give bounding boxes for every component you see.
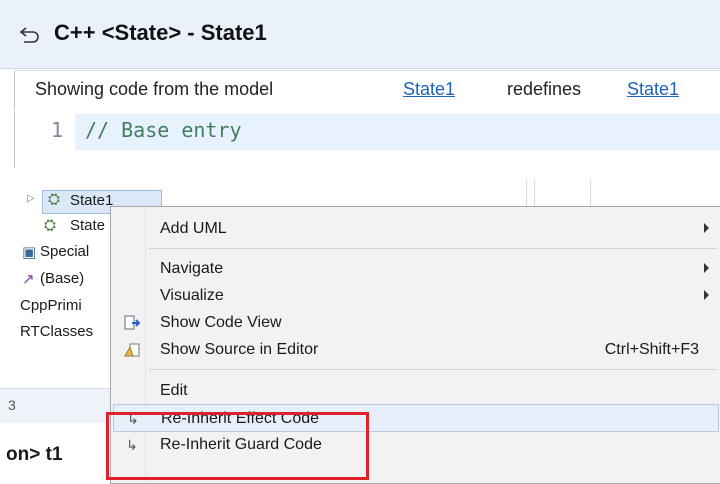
state1-link[interactable]: State1 xyxy=(403,79,455,100)
show-code-view-icon xyxy=(124,315,141,330)
menu-item-label: Show Code View xyxy=(160,314,282,331)
menu-item-label: Add UML xyxy=(160,220,227,237)
menu-item-show-code-view[interactable]: Show Code View xyxy=(113,309,719,337)
code-view-header: C++ <State> - State1 xyxy=(0,0,720,69)
redefines-text: redefines xyxy=(507,79,582,99)
code-editor[interactable]: 1 // Base entry xyxy=(14,112,720,168)
panel-title: C++ <State> - State1 xyxy=(54,20,267,45)
menu-separator xyxy=(149,369,717,370)
tab-label: 3 xyxy=(8,397,16,413)
menu-item-label: Visualize xyxy=(160,287,224,304)
package-icon: ▣ xyxy=(22,244,37,261)
state-icon: ⛭ xyxy=(48,191,61,208)
info-text: Showing code from the model xyxy=(35,79,274,99)
tree-row-label[interactable]: (Base) xyxy=(40,270,84,287)
menu-item-edit[interactable]: Edit xyxy=(113,377,719,405)
transition-label: on> t1 xyxy=(6,444,63,465)
submenu-arrow-icon xyxy=(704,263,709,273)
tree-row-label[interactable]: Special xyxy=(40,243,89,260)
highlight-box xyxy=(106,412,369,480)
menu-item-label: Show Source in Editor xyxy=(160,341,319,358)
view-tab[interactable]: 3 xyxy=(0,388,112,423)
line-number: 1 xyxy=(51,118,64,142)
transition-icon: ↗ xyxy=(22,271,35,288)
menu-item-label: Edit xyxy=(160,382,188,399)
code-line[interactable]: // Base entry xyxy=(85,118,242,142)
expand-arrow-icon[interactable]: ▷ xyxy=(27,193,35,204)
menu-item-show-source[interactable]: Show Source in Editor Ctrl+Shift+F3 xyxy=(113,336,719,364)
tree-row-label[interactable]: RTClasses xyxy=(20,323,93,340)
base-state1-link[interactable]: State1 xyxy=(627,79,679,100)
back-arrow-icon[interactable] xyxy=(18,26,40,44)
menu-item-add-uml[interactable]: Add UML xyxy=(113,215,719,243)
show-source-icon xyxy=(124,343,140,357)
state-icon: ⛭ xyxy=(44,217,57,234)
submenu-arrow-icon xyxy=(704,223,709,233)
menu-item-shortcut: Ctrl+Shift+F3 xyxy=(604,341,699,358)
menu-item-navigate[interactable]: Navigate xyxy=(113,255,719,283)
tree-row-label[interactable]: State xyxy=(70,217,105,234)
tree-row-label[interactable]: State1 xyxy=(70,192,113,209)
tree-row-label[interactable]: CppPrimi xyxy=(20,297,82,314)
source-info-bar: Showing code from the model State1 redef… xyxy=(14,70,720,111)
menu-separator xyxy=(149,248,717,249)
menu-item-label: Navigate xyxy=(160,260,224,277)
submenu-arrow-icon xyxy=(704,290,709,300)
menu-item-visualize[interactable]: Visualize xyxy=(113,282,719,310)
